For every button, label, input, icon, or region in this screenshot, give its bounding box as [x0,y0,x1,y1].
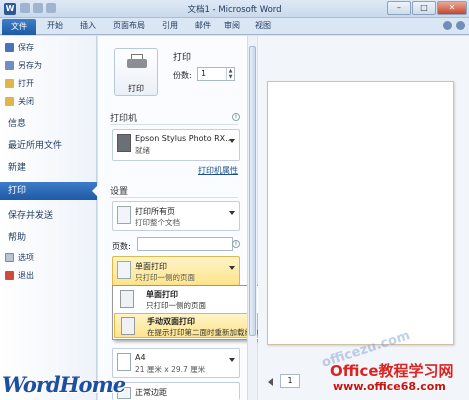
copies-spinner[interactable]: ▲ ▼ [226,68,234,80]
ribbon-tabs: 文件 开始 插入 页面布局 引用 邮件 审阅 视图 [0,18,469,35]
tab-references[interactable]: 引用 [162,20,178,31]
chevron-down-icon [229,266,235,270]
tab-review[interactable]: 审阅 [224,20,240,31]
simplex-icon [117,261,131,279]
print-range-title: 打印所有页 [135,207,175,216]
printer-icon [127,54,147,70]
minimize-button[interactable]: – [387,1,411,15]
nav-print[interactable]: 打印 [0,182,98,200]
print-button[interactable]: 打印 [114,48,158,96]
copies-value: 1 [201,69,207,78]
printer-status: 就绪 [135,146,150,155]
chevron-down-icon [229,358,235,362]
printer-name: Epson Stylus Photo RX... [135,134,233,143]
nav-save-as[interactable]: 另存为 [0,59,97,73]
paper-size-title: A4 [135,353,146,362]
printer-dropdown[interactable]: Epson Stylus Photo RX... 就绪 [112,129,240,161]
nav-save-send[interactable]: 保存并发送 [0,208,97,224]
open-folder-icon [5,79,14,88]
ribbon-help-controls [443,21,465,30]
duplex-sub: 只打印一侧的页面 [135,273,195,282]
simplex-icon [120,290,134,308]
nav-save[interactable]: 保存 [0,41,97,55]
backstage-nav: 保存 另存为 打开 关闭 信息 最近所用文件 新建 打印 保存并发送 帮助 选项… [0,36,98,400]
copies-input[interactable]: 1 ▲ ▼ [197,67,235,81]
exit-icon [5,271,14,280]
print-settings-panel: 打印 打印 份数: 1 ▲ ▼ 打印机 i Epson Stylus Photo … [98,36,250,400]
tab-home[interactable]: 开始 [47,20,63,31]
pages-label: 页数: [112,242,131,251]
menu-item-manual-duplex[interactable]: 手动双面打印 在提示打印第二面时重新加载纸张 [114,313,260,338]
printer-divider [110,124,238,125]
tab-insert[interactable]: 插入 [80,20,96,31]
paper-icon [117,353,131,371]
duplex-title: 单面打印 [135,262,167,271]
nav-close[interactable]: 关闭 [0,95,97,109]
nav-exit[interactable]: 退出 [0,269,97,283]
nav-open[interactable]: 打开 [0,77,97,91]
close-folder-icon [5,97,14,106]
office-brand-watermark: Office教程学习网 [330,362,454,380]
nav-help[interactable]: 帮助 [0,230,97,246]
menu-item-title: 单面打印 [146,290,178,299]
duplex-popup-menu: 单面打印 只打印一侧的页面 手动双面打印 在提示打印第二面时重新加载纸张 [112,285,260,340]
menu-item-title: 手动双面打印 [147,317,195,326]
scrollbar-thumb[interactable] [249,46,256,336]
print-range-sub: 打印整个文档 [135,218,180,227]
duplex-dropdown[interactable]: 单面打印 只打印一侧的页面 [112,256,240,286]
menu-item-simplex[interactable]: 单面打印 只打印一侧的页面 [114,287,258,312]
close-button[interactable]: ✕ [437,1,467,15]
tab-mailings[interactable]: 邮件 [195,20,211,31]
nav-new[interactable]: 新建 [0,160,97,176]
tab-view[interactable]: 视图 [255,20,271,31]
margins-dropdown[interactable]: 正常边距 [112,382,240,400]
print-range-dropdown[interactable]: 打印所有页 打印整个文档 [112,201,240,231]
nav-info[interactable]: 信息 [0,116,97,132]
manual-duplex-icon [121,317,135,335]
print-heading: 打印 [173,53,192,63]
settings-heading: 设置 [110,187,129,197]
window-controls: – □ ✕ [387,1,467,15]
printer-device-icon [117,134,131,152]
tab-page-layout[interactable]: 页面布局 [113,20,145,31]
nav-recent[interactable]: 最近所用文件 [0,138,97,154]
options-icon [5,253,14,262]
printer-info-icon[interactable]: i [232,113,240,121]
menu-item-sub: 在提示打印第二面时重新加载纸张 [147,328,260,337]
print-button-label: 打印 [128,84,144,93]
settings-divider [110,197,238,198]
save-as-icon [5,61,14,70]
paper-size-sub: 21 厘米 x 29.7 厘米 [135,365,206,374]
pages-icon [117,206,131,224]
pages-info-icon[interactable]: i [232,240,240,248]
save-icon [5,43,14,52]
paper-size-dropdown[interactable]: A4 21 厘米 x 29.7 厘米 [112,348,240,378]
margins-title: 正常边距 [135,388,167,397]
menu-item-sub: 只打印一侧的页面 [146,301,206,310]
page-number-input[interactable]: 1 [280,374,300,388]
copies-label: 份数: [173,71,192,80]
preview-page [267,81,454,345]
pages-input[interactable] [137,237,233,251]
printer-heading: 打印机 [110,114,138,124]
wordhome-watermark: WordHome [2,372,126,397]
nav-options[interactable]: 选项 [0,251,97,265]
office-url-watermark: www.office68.com [333,380,446,393]
minimize-ribbon-icon[interactable] [443,21,452,30]
chevron-down-icon [229,211,235,215]
help-icon[interactable] [456,21,465,30]
tab-file[interactable]: 文件 [2,19,36,35]
printer-properties-link[interactable]: 打印机属性 [198,165,238,176]
settings-scrollbar[interactable] [247,36,257,400]
title-bar: W 文档1 - Microsoft Word – □ ✕ [0,0,469,18]
maximize-button[interactable]: □ [412,1,436,15]
prev-page-icon[interactable] [268,378,273,386]
chevron-down-icon [229,139,235,143]
